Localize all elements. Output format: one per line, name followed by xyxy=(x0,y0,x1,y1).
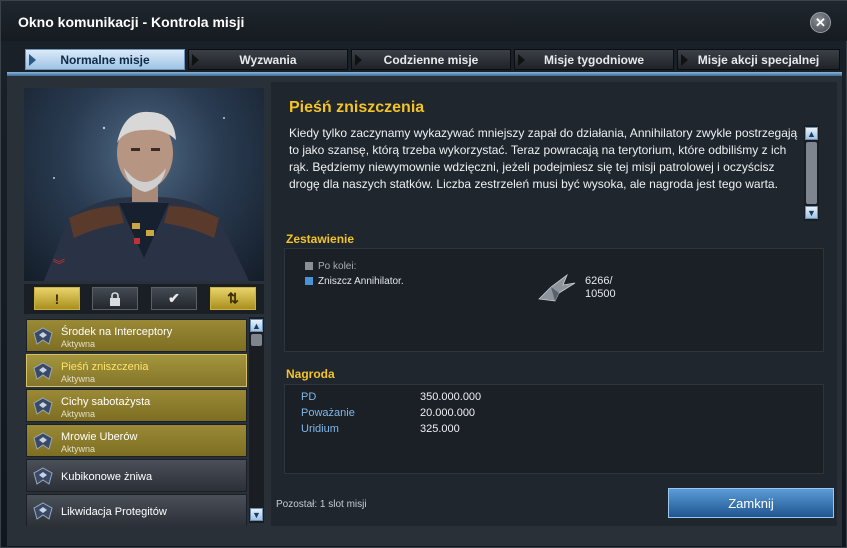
tab-arrow-icon xyxy=(518,54,525,66)
tab-special-event-missions[interactable]: Misje akcji specjalnej xyxy=(677,49,840,70)
scrollbar-thumb[interactable] xyxy=(806,142,817,204)
objectives-box: Po kolei: Zniszcz Annihilator. 6266/ 105… xyxy=(284,248,824,352)
list-item[interactable]: Środek na Interceptory Aktywna xyxy=(26,319,247,352)
objective-group: Po kolei: xyxy=(305,261,356,272)
mission-name: Pieśń zniszczenia xyxy=(61,361,149,373)
mission-sidebar: ︾ ! ✔ ⇅ Środek na Interceptory Aktywna P… xyxy=(24,88,264,526)
tab-bar: Normalne misje Wyzwania Codzienne misje … xyxy=(25,49,840,71)
tab-label: Codzienne misje xyxy=(383,52,479,67)
close-icon[interactable]: ✕ xyxy=(810,12,831,33)
tab-weekly-missions[interactable]: Misje tygodniowe xyxy=(514,49,674,70)
mission-status: Aktywna xyxy=(61,374,96,384)
checkmark-icon[interactable]: ✔ xyxy=(151,287,197,310)
close-button[interactable]: Zamknij xyxy=(668,488,834,518)
mission-name: Cichy sabotażysta xyxy=(61,396,151,408)
tab-label: Normalne misje xyxy=(60,52,150,67)
window-title: Okno komunikacji - Kontrola misji xyxy=(18,14,245,30)
tab-challenges[interactable]: Wyzwania xyxy=(188,49,348,70)
mission-title: Pieśń zniszczenia xyxy=(289,99,425,116)
objective-progress: 6266/ 10500 xyxy=(585,275,616,301)
commander-portrait-image xyxy=(44,111,249,281)
ship-wing-icon xyxy=(33,362,53,380)
mission-name: Kubikonowe żniwa xyxy=(61,471,153,483)
mission-status: Aktywna xyxy=(61,339,96,349)
collapse-icon[interactable] xyxy=(305,262,313,270)
mission-description: Kiedy tylko zaczynamy wykazywać mniejszy… xyxy=(289,126,798,191)
tab-normal-missions[interactable]: Normalne misje xyxy=(25,49,185,70)
scroll-up-icon[interactable]: ▲ xyxy=(250,319,263,332)
mission-status: Aktywna xyxy=(61,409,96,419)
scroll-down-icon[interactable]: ▼ xyxy=(250,508,263,521)
tab-arrow-icon xyxy=(192,54,199,66)
reward-label: Poważanie xyxy=(301,407,355,419)
progress-total: 10500 xyxy=(585,288,616,300)
lock-icon[interactable] xyxy=(92,287,138,310)
ship-wing-icon xyxy=(33,397,53,415)
reward-value: 350.000.000 xyxy=(420,391,482,403)
progress-current: 6266/ xyxy=(585,275,613,287)
objective-bullet-icon xyxy=(305,277,313,285)
commander-portrait: ︾ xyxy=(24,88,264,281)
objectives-heading: Zestawienie xyxy=(286,232,355,246)
mission-list: Środek na Interceptory Aktywna Pieśń zni… xyxy=(24,317,249,526)
list-item[interactable]: Likwidacja Protegitów xyxy=(26,494,247,526)
scroll-down-icon[interactable]: ▼ xyxy=(805,206,818,219)
sort-arrows-icon[interactable]: ⇅ xyxy=(210,287,256,310)
tab-label: Wyzwania xyxy=(239,52,297,67)
reward-box: PD 350.000.000 Poważanie 20.000.000 Urid… xyxy=(284,384,824,474)
mission-list-scrollbar[interactable]: ▲ ▼ xyxy=(249,317,264,523)
ship-wing-icon xyxy=(33,467,53,485)
title-bar: Okno komunikacji - Kontrola misji ✕ xyxy=(1,1,847,41)
list-item[interactable]: Mrowie Uberów Aktywna xyxy=(26,424,247,457)
tab-daily-missions[interactable]: Codzienne misje xyxy=(351,49,511,70)
mission-name: Mrowie Uberów xyxy=(61,431,138,443)
tab-label: Misje tygodniowe xyxy=(543,52,644,67)
list-item[interactable]: Kubikonowe żniwa xyxy=(26,459,247,492)
reward-label: PD xyxy=(301,391,317,403)
scroll-up-icon[interactable]: ▲ xyxy=(805,127,818,140)
mission-control-window: Okno komunikacji - Kontrola misji ✕ Norm… xyxy=(0,0,847,548)
mission-detail-panel: Pieśń zniszczenia Kiedy tylko zaczynamy … xyxy=(271,82,837,526)
ship-wing-icon xyxy=(33,502,53,520)
annihilator-ship-icon xyxy=(538,273,576,302)
mission-name: Środek na Interceptory xyxy=(61,326,173,338)
reward-value: 20.000.000 xyxy=(420,407,476,419)
objective-group-label: Po kolei: xyxy=(318,261,357,272)
tab-arrow-icon xyxy=(29,54,36,66)
mission-name: Likwidacja Protegitów xyxy=(61,506,167,518)
scroll-down-chevron-icon[interactable]: ︾ xyxy=(53,256,65,273)
tab-arrow-icon xyxy=(681,54,688,66)
description-scrollbar[interactable]: ▲ ▼ xyxy=(804,125,819,221)
mission-filter-bar: ! ✔ ⇅ xyxy=(24,284,264,314)
scrollbar-thumb[interactable] xyxy=(251,334,262,346)
remaining-slots-text: Pozostał: 1 slot misji xyxy=(276,499,367,510)
ship-wing-icon xyxy=(33,327,53,345)
list-item[interactable]: Cichy sabotażysta Aktywna xyxy=(26,389,247,422)
tab-arrow-icon xyxy=(355,54,362,66)
lock-icon-shape xyxy=(110,291,120,306)
tab-label: Misje akcji specjalnej xyxy=(697,52,820,67)
reward-value: 325.000 xyxy=(420,423,460,435)
reward-label: Uridium xyxy=(301,423,339,435)
exclamation-icon[interactable]: ! xyxy=(34,287,80,310)
objective-item-label: Zniszcz Annihilator. xyxy=(318,276,404,287)
list-item[interactable]: Pieśń zniszczenia Aktywna xyxy=(26,354,247,387)
objective-item: Zniszcz Annihilator. xyxy=(305,276,404,287)
ship-wing-icon xyxy=(33,432,53,450)
reward-heading: Nagroda xyxy=(286,367,335,381)
mission-status: Aktywna xyxy=(61,444,96,454)
